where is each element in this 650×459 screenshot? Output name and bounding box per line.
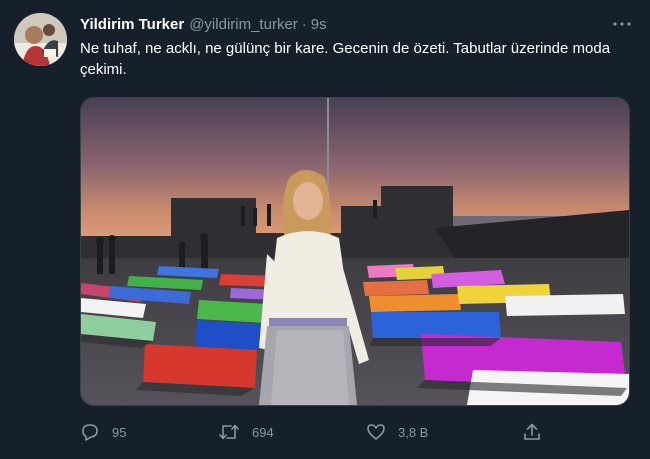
tweet-time[interactable]: 9s bbox=[311, 16, 327, 33]
retweet-button[interactable]: 694 bbox=[218, 420, 274, 444]
tweet[interactable]: Yildirim Turker @yildirim_turker · 9s Ne… bbox=[0, 0, 650, 459]
retweet-icon bbox=[219, 424, 239, 440]
tweet-photo[interactable] bbox=[80, 97, 630, 406]
like-button[interactable]: 3,8 B bbox=[366, 420, 428, 444]
retweet-count: 694 bbox=[252, 424, 274, 440]
reply-button[interactable]: 95 bbox=[80, 420, 126, 444]
like-count: 3,8 B bbox=[398, 424, 429, 440]
display-name[interactable]: Yildirim Turker bbox=[80, 16, 184, 33]
avatar[interactable] bbox=[14, 13, 67, 66]
share-icon bbox=[524, 423, 540, 440]
heart-icon bbox=[367, 424, 385, 440]
user-handle[interactable]: @yildirim_turker bbox=[189, 16, 298, 33]
reply-icon bbox=[82, 424, 98, 441]
reply-count: 95 bbox=[112, 424, 127, 440]
photo-fashion-shoot-coffins bbox=[81, 98, 629, 405]
tweet-text: Ne tuhaf, ne acklı, ne gülünç bir kare. … bbox=[80, 40, 611, 78]
tweet-header: Yildirim Turker @yildirim_turker · 9s bbox=[80, 14, 327, 34]
separator-dot: · bbox=[301, 15, 307, 33]
more-icon[interactable] bbox=[610, 14, 634, 34]
action-bar: 95 694 3,8 B bbox=[80, 420, 550, 444]
share-button[interactable] bbox=[522, 420, 554, 444]
avatar-image bbox=[14, 13, 67, 66]
